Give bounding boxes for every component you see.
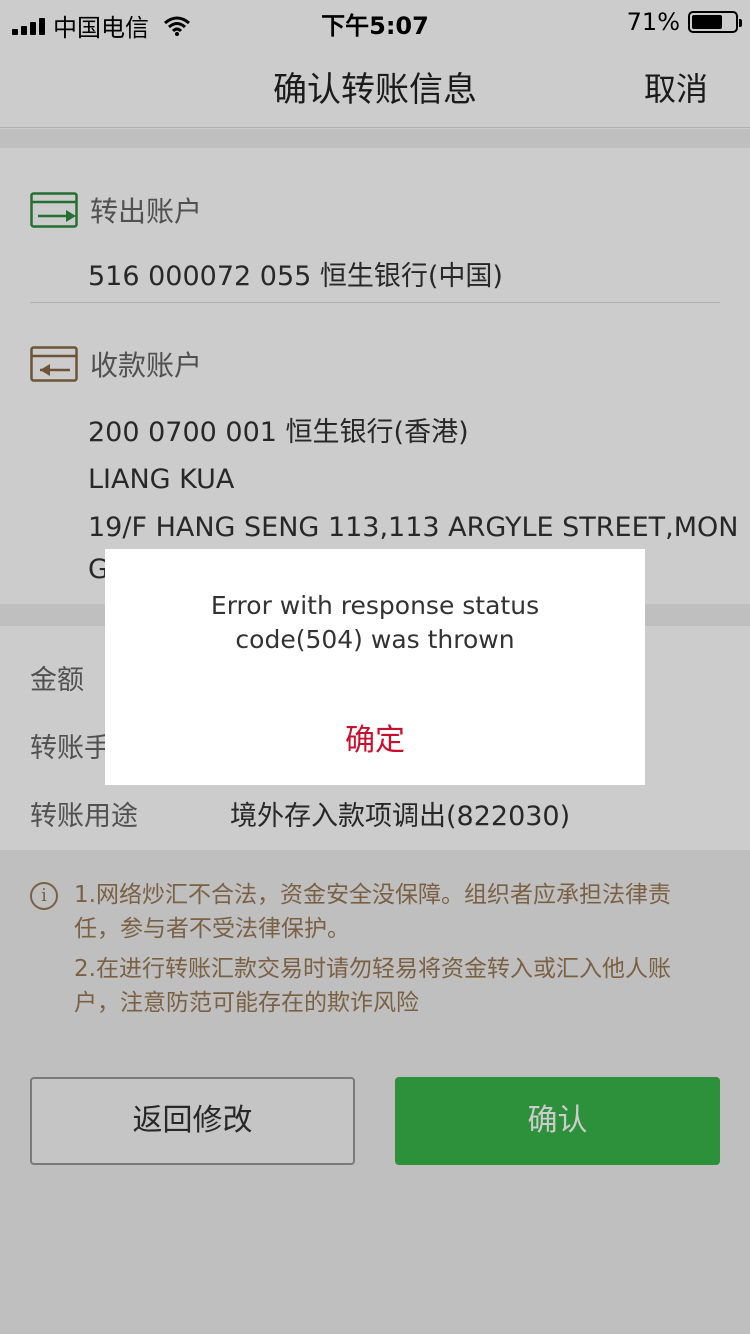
error-message-line-2: code(504) was thrown: [235, 625, 515, 654]
error-dialog: Error with response status code(504) was…: [105, 549, 645, 785]
dialog-ok-button[interactable]: 确定: [105, 715, 645, 759]
error-message: Error with response status code(504) was…: [125, 589, 625, 657]
error-message-line-1: Error with response status: [210, 591, 540, 620]
